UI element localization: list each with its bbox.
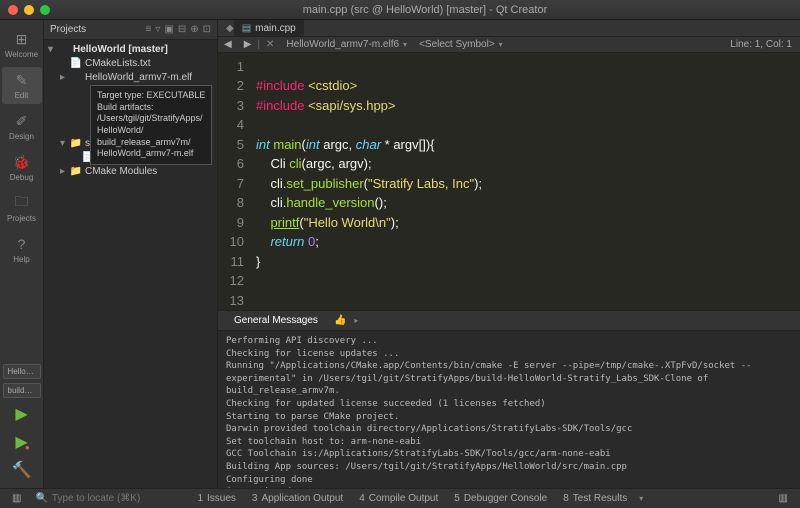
run-button[interactable]: ▶: [15, 404, 27, 424]
close-window-button[interactable]: [8, 5, 18, 15]
thumbs-up-icon[interactable]: 👍: [326, 315, 354, 326]
minimize-window-button[interactable]: [24, 5, 34, 15]
status-application-output[interactable]: 3Application Output: [244, 493, 351, 504]
project-tree: ▾HelloWorld [master]📄CMakeLists.txt▸Hell…: [44, 40, 217, 488]
titlebar: main.cpp (src @ HelloWorld) [master] - Q…: [0, 0, 800, 20]
status-compile-output[interactable]: 4Compile Output: [351, 493, 446, 504]
help-icon: ?: [13, 235, 31, 253]
design-icon: ✐: [13, 112, 31, 130]
mode-debug[interactable]: 🐞Debug: [2, 149, 42, 186]
statusbar: ▥ 🔍 Type to locate (⌘K) 1Issues3Applicat…: [0, 488, 800, 508]
tree-row[interactable]: ▸📁CMake Modules: [44, 164, 217, 178]
kit-config[interactable]: build_rele..._v7em_fpu: [3, 383, 41, 398]
window-title: main.cpp (src @ HelloWorld) [master] - Q…: [58, 4, 792, 16]
toggle-right-sidebar-icon[interactable]: ▥: [771, 493, 796, 504]
window-controls: [8, 5, 50, 15]
crumb-file[interactable]: HelloWorld_armv7-m.elf6 ▾: [280, 39, 413, 50]
editor-area: ◆ ▤ main.cpp ◀ ▶ | ✕ HelloWorld_armv7-m.…: [218, 20, 800, 488]
folder-icon: 📁: [70, 165, 82, 177]
panel-tool-2[interactable]: ▣: [164, 24, 173, 35]
panel-tool-1[interactable]: ▿: [155, 24, 160, 35]
nav-fwd-icon[interactable]: ▶: [238, 39, 258, 50]
kit-project[interactable]: HelloWorld: [3, 364, 41, 379]
panel-tool-4[interactable]: ⊕: [190, 24, 198, 35]
output-pane: General Messages 👍 ▸ Performing API disc…: [218, 310, 800, 488]
mode-projects[interactable]: 🗀Projects: [2, 190, 42, 227]
locator-input[interactable]: 🔍 Type to locate (⌘K): [29, 493, 189, 504]
projects-panel-title: Projects: [50, 24, 86, 35]
tree-row[interactable]: ▾HelloWorld [master]: [44, 42, 217, 56]
folder-icon: 📁: [70, 137, 82, 149]
zoom-window-button[interactable]: [40, 5, 50, 15]
build-button[interactable]: 🔨: [12, 460, 32, 480]
debug-run-button[interactable]: ▶●: [15, 432, 27, 452]
general-messages-tab[interactable]: General Messages: [226, 315, 326, 326]
mode-selector: ⊞Welcome ✎Edit ✐Design 🐞Debug 🗀Projects ?Help…: [0, 20, 44, 488]
file-icon: [58, 43, 70, 55]
line-gutter: 12345678910111213: [218, 53, 252, 311]
projects-panel: Projects ≡▿ ▣ ⊟ ⊕ ⊡ ▾HelloWorld [master]📄CMa…: [44, 20, 218, 488]
output-text[interactable]: Performing API discovery ...Checking for…: [218, 331, 800, 488]
panel-tool-0[interactable]: ≡: [146, 24, 152, 35]
file-icon: [70, 71, 82, 83]
projects-icon: 🗀: [13, 194, 31, 212]
code-editor[interactable]: 12345678910111213 #include <cstdio>#incl…: [218, 53, 800, 311]
status-test-results[interactable]: 8Test Results: [555, 493, 635, 504]
mode-design[interactable]: ✐Design: [2, 108, 42, 145]
editor-toolbar: ◀ ▶ | ✕ HelloWorld_armv7-m.elf6 ▾ <Selec…: [218, 37, 800, 52]
toggle-sidebar-icon[interactable]: ▥: [4, 493, 29, 504]
tree-row[interactable]: ▸HelloWorld_armv7-m.elf: [44, 70, 217, 84]
editor-tabs: ◆ ▤ main.cpp: [218, 20, 800, 37]
close-doc-button[interactable]: ✕: [260, 39, 280, 50]
mode-help[interactable]: ?Help: [2, 231, 42, 268]
editor-tab-label: main.cpp: [255, 23, 296, 34]
mode-edit[interactable]: ✎Edit: [2, 67, 42, 104]
crumb-symbol[interactable]: <Select Symbol> ▾: [413, 39, 509, 50]
tree-row[interactable]: 📄CMakeLists.txt: [44, 56, 217, 70]
panel-tool-3[interactable]: ⊟: [178, 24, 186, 35]
line-col-indicator[interactable]: Line: 1, Col: 1: [722, 39, 800, 50]
output-pane-header: General Messages 👍 ▸: [218, 311, 800, 331]
debug-icon: 🐞: [13, 153, 31, 171]
mode-welcome[interactable]: ⊞Welcome: [2, 26, 42, 63]
nav-back-icon[interactable]: ◀: [218, 39, 238, 50]
welcome-icon: ⊞: [13, 30, 31, 48]
status-debugger-console[interactable]: 5Debugger Console: [446, 493, 555, 504]
status-issues[interactable]: 1Issues: [189, 493, 243, 504]
file-icon: 📄: [70, 57, 82, 69]
tooltip: Target type: EXECUTABLEBuild artifacts:/…: [90, 85, 212, 165]
projects-panel-header: Projects ≡▿ ▣ ⊟ ⊕ ⊡: [44, 20, 217, 40]
edit-icon: ✎: [13, 71, 31, 89]
editor-tab-main[interactable]: ▤ main.cpp: [234, 20, 304, 36]
panel-tool-5[interactable]: ⊡: [203, 24, 211, 35]
cpp-file-icon: ▤: [242, 23, 251, 34]
